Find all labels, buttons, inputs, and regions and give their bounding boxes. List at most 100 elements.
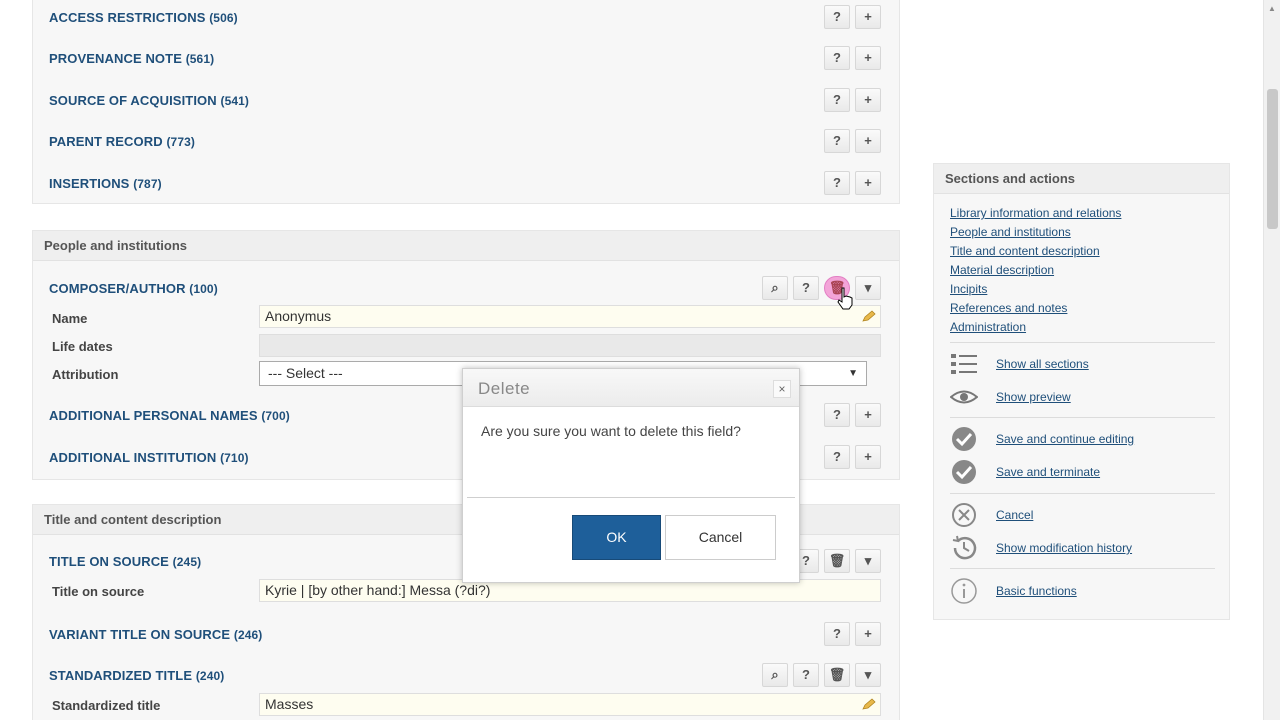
add-button[interactable]: +	[855, 46, 881, 70]
ok-button[interactable]: OK	[572, 515, 661, 560]
save-and-continue-action[interactable]: Save and continue editing	[950, 425, 1220, 453]
divider	[950, 417, 1215, 418]
info-icon	[951, 578, 977, 604]
history-icon	[952, 535, 977, 560]
divider	[950, 493, 1215, 494]
cancel-button[interactable]: Cancel	[665, 515, 776, 560]
help-button[interactable]: ?	[824, 403, 850, 427]
help-button[interactable]: ?	[793, 663, 819, 687]
standardized-title-value: Masses	[265, 696, 314, 712]
sidebar-header: Sections and actions	[934, 164, 1229, 194]
delete-button[interactable]: 🗑	[824, 663, 850, 687]
help-button[interactable]: ?	[793, 276, 819, 300]
list-icon	[951, 354, 977, 374]
tag-label: INSERTIONS (787)	[49, 176, 162, 191]
dropdown-button[interactable]: ▾	[855, 276, 881, 300]
hand-cursor-icon	[837, 287, 853, 310]
search-button[interactable]: ⌕	[762, 276, 788, 300]
add-button[interactable]: +	[855, 171, 881, 195]
page-scrollbar[interactable]: ▲	[1263, 0, 1280, 720]
sidebar-link-administration[interactable]: Administration	[950, 320, 1026, 334]
save-and-continue-link[interactable]: Save and continue editing	[996, 432, 1134, 446]
help-button[interactable]: ?	[824, 171, 850, 195]
dialog-title: Delete	[478, 379, 531, 398]
help-button[interactable]: ?	[824, 88, 850, 112]
panel-header: People and institutions	[33, 231, 899, 261]
basic-functions-action[interactable]: Basic functions	[950, 577, 1220, 605]
tag-label: VARIANT TITLE ON SOURCE (246)	[49, 627, 263, 642]
eye-icon	[950, 390, 978, 404]
tag-label: PARENT RECORD (773)	[49, 134, 195, 149]
check-circle-icon	[952, 460, 976, 484]
add-button[interactable]: +	[855, 403, 881, 427]
save-and-terminate-link[interactable]: Save and terminate	[996, 465, 1100, 479]
add-button[interactable]: +	[855, 622, 881, 646]
tag-row-variant-title: VARIANT TITLE ON SOURCE (246) ? +	[49, 622, 881, 648]
add-button[interactable]: +	[855, 129, 881, 153]
scroll-up-icon[interactable]: ▲	[1268, 4, 1276, 13]
sidebar-link-material-description[interactable]: Material description	[950, 263, 1054, 277]
show-all-sections-action[interactable]: Show all sections	[950, 350, 1220, 378]
life-dates-field[interactable]	[259, 334, 881, 357]
show-all-sections-link[interactable]: Show all sections	[996, 357, 1089, 371]
dialog-message: Are you sure you want to delete this fie…	[481, 423, 741, 439]
help-button[interactable]: ?	[824, 445, 850, 469]
sidebar-link-incipits[interactable]: Incipits	[950, 282, 987, 296]
tag-row-insertions: INSERTIONS (787) ? +	[49, 171, 881, 197]
divider	[950, 568, 1215, 569]
tag-row-provenance-note: PROVENANCE NOTE (561) ? +	[49, 46, 881, 72]
chevron-down-icon: ▼	[848, 368, 858, 379]
sidebar-link-library-information[interactable]: Library information and relations	[950, 206, 1121, 220]
search-button[interactable]: ⌕	[762, 663, 788, 687]
close-icon[interactable]: ×	[773, 380, 791, 398]
show-preview-link[interactable]: Show preview	[996, 390, 1071, 404]
dialog-titlebar[interactable]: Delete ×	[463, 369, 799, 407]
add-button[interactable]: +	[855, 445, 881, 469]
sidebar-link-title-and-content[interactable]: Title and content description	[950, 244, 1100, 258]
cancel-circle-icon	[952, 503, 976, 527]
scroll-thumb[interactable]	[1267, 89, 1278, 229]
delete-dialog: Delete × Are you sure you want to delete…	[462, 368, 800, 583]
add-button[interactable]: +	[855, 88, 881, 112]
name-label: Name	[52, 311, 88, 326]
tag-label: TITLE ON SOURCE (245)	[49, 554, 202, 569]
standardized-title-label: Standardized title	[52, 698, 161, 713]
show-modification-history-link[interactable]: Show modification history	[996, 541, 1132, 555]
help-button[interactable]: ?	[824, 46, 850, 70]
tag-row-composer-author: COMPOSER/AUTHOR (100) ⌕ ? 🗑 ▾	[49, 276, 881, 302]
dropdown-button[interactable]: ▾	[855, 549, 881, 573]
panel-top: ACCESS RESTRICTIONS (506) ? + PROVENANCE…	[32, 0, 900, 204]
tag-label: SOURCE OF ACQUISITION (541)	[49, 93, 249, 108]
standardized-title-field[interactable]: Masses	[259, 693, 881, 716]
tag-label: PROVENANCE NOTE (561)	[49, 51, 215, 66]
tag-row-access-restrictions: ACCESS RESTRICTIONS (506) ? +	[49, 5, 881, 31]
add-button[interactable]: +	[855, 5, 881, 29]
basic-functions-link[interactable]: Basic functions	[996, 584, 1077, 598]
tag-label: ADDITIONAL INSTITUTION (710)	[49, 450, 249, 465]
app-root: ACCESS RESTRICTIONS (506) ? + PROVENANCE…	[0, 0, 1280, 720]
show-modification-history-action[interactable]: Show modification history	[950, 534, 1220, 562]
cancel-link[interactable]: Cancel	[996, 508, 1033, 522]
sidebar-link-references-and-notes[interactable]: References and notes	[950, 301, 1067, 315]
pencil-icon[interactable]	[862, 310, 876, 322]
name-field[interactable]: Anonymus	[259, 305, 881, 328]
help-button[interactable]: ?	[824, 5, 850, 29]
save-and-terminate-action[interactable]: Save and terminate	[950, 458, 1220, 486]
tag-row-parent-record: PARENT RECORD (773) ? +	[49, 129, 881, 155]
title-on-source-value: Kyrie | [by other hand:] Messa (?di?)	[265, 582, 491, 598]
delete-button[interactable]: 🗑	[824, 549, 850, 573]
save-check-icon	[952, 427, 976, 451]
dropdown-button[interactable]: ▾	[855, 663, 881, 687]
title-on-source-label: Title on source	[52, 584, 145, 599]
help-button[interactable]: ?	[824, 129, 850, 153]
cancel-action[interactable]: Cancel	[950, 501, 1220, 529]
tag-label: COMPOSER/AUTHOR (100)	[49, 281, 218, 296]
life-dates-label: Life dates	[52, 339, 113, 354]
pencil-icon[interactable]	[862, 698, 876, 710]
help-button[interactable]: ?	[824, 622, 850, 646]
attribution-value: --- Select ---	[268, 365, 343, 381]
show-preview-action[interactable]: Show preview	[950, 383, 1220, 411]
tag-label: ADDITIONAL PERSONAL NAMES (700)	[49, 408, 290, 423]
name-value: Anonymus	[265, 308, 332, 324]
sidebar-link-people-and-institutions[interactable]: People and institutions	[950, 225, 1071, 239]
